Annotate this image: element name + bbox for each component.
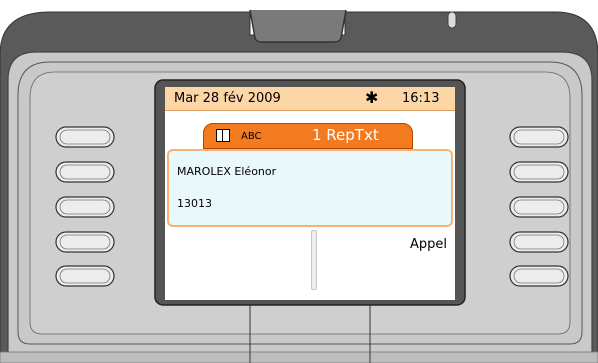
left-softkey-3[interactable] [57,197,113,217]
right-softkey-4[interactable] [511,232,567,252]
left-softkey-5[interactable] [57,266,113,286]
sun-icon: ✱ [365,88,379,107]
title-tab: ABC 1 RepTxt [203,123,413,149]
status-time: 16:13 [402,91,440,106]
right-softkey-1[interactable] [511,127,567,147]
left-softkey-2[interactable] [57,162,113,182]
left-softkey-4[interactable] [57,232,113,252]
right-softkey-3[interactable] [511,197,567,217]
status-bar: Mar 28 fév 2009 ✱ 16:13 [165,87,455,111]
contact-number: 13013 [177,197,212,210]
left-softkey-1[interactable] [57,127,113,147]
tab-title: 1 RepTxt [312,126,379,144]
input-mode-label: ABC [241,131,262,142]
right-softkey-5[interactable] [511,266,567,286]
appel-softkey-label: Appel [409,237,447,252]
status-date: Mar 28 fév 2009 [174,91,281,106]
right-softkey-2[interactable] [511,162,567,182]
phone-screen: Mar 28 fév 2009 ✱ 16:13 ABC 1 RepTxt MAR… [165,87,455,300]
scrollbar[interactable] [311,230,317,290]
contact-name: MAROLEX Eléonor [177,165,277,178]
book-icon [216,129,230,142]
directory-entry[interactable]: MAROLEX Eléonor 13013 [167,149,453,227]
